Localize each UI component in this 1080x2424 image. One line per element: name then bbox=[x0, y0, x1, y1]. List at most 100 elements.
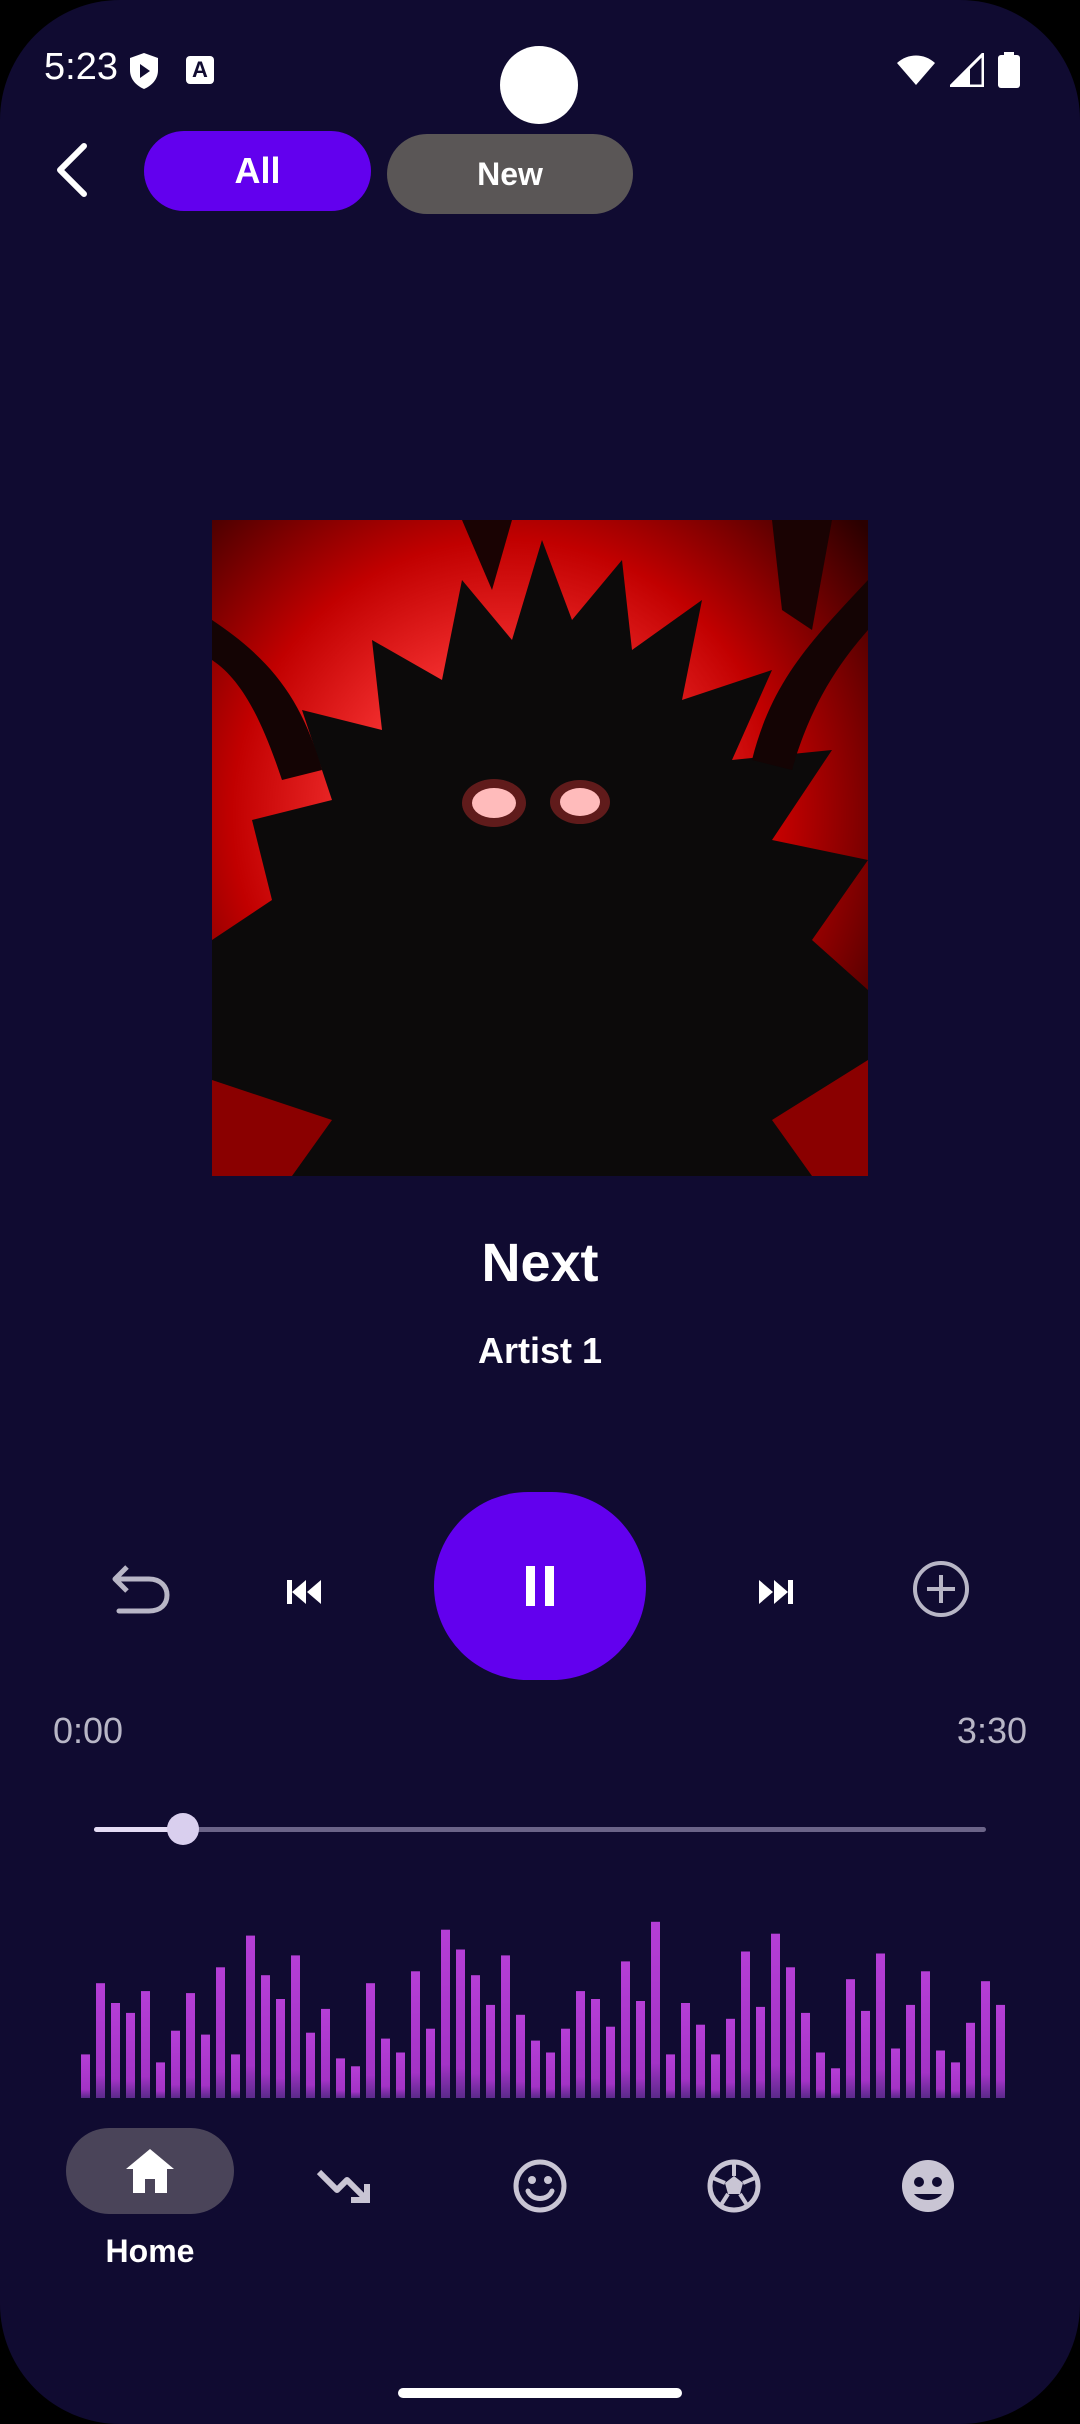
visualizer-bar bbox=[831, 2068, 840, 2098]
visualizer-bar bbox=[411, 1971, 420, 2098]
song-artist: Artist 1 bbox=[477, 1330, 603, 1371]
visualizer-bar bbox=[651, 1921, 660, 2098]
visualizer-bar bbox=[681, 2003, 690, 2098]
skip-previous-icon bbox=[287, 1580, 321, 1604]
visualizer-bar bbox=[561, 2028, 570, 2098]
camera-cutout bbox=[500, 46, 578, 124]
keyboard-icon: A bbox=[186, 56, 214, 84]
previous-button[interactable] bbox=[272, 1568, 336, 1616]
nav-home-label: Home bbox=[105, 2233, 195, 2269]
shield-icon bbox=[130, 53, 158, 89]
visualizer-bar bbox=[351, 2066, 360, 2098]
visualizer-bar bbox=[501, 1955, 510, 2098]
visualizer-bar bbox=[246, 1935, 255, 2098]
song-title: Next bbox=[481, 1233, 599, 1293]
home-indicator[interactable] bbox=[398, 2388, 682, 2398]
visualizer-bar bbox=[786, 1967, 795, 2098]
visualizer-bar bbox=[891, 2048, 900, 2098]
visualizer-bar bbox=[441, 1929, 450, 2098]
music-player-screen: 5:23 A All New Next Artist 1 0:00 3:30 H… bbox=[0, 0, 1080, 2424]
visualizer-bar bbox=[201, 2034, 210, 2098]
visualizer-bar bbox=[591, 1999, 600, 2098]
visualizer-bar bbox=[606, 2026, 615, 2098]
visualizer-bar bbox=[186, 1993, 195, 2098]
visualizer-bar bbox=[381, 2038, 390, 2098]
battery-icon bbox=[998, 52, 1020, 88]
cell-signal-icon bbox=[950, 53, 984, 87]
visualizer-bar bbox=[876, 1953, 885, 2098]
visualizer-bar bbox=[726, 2018, 735, 2098]
filter-chip-new[interactable]: New bbox=[387, 134, 633, 214]
visualizer-bar bbox=[96, 1983, 105, 2098]
visualizer-bar bbox=[621, 1961, 630, 2098]
visualizer-bar bbox=[516, 2014, 525, 2098]
repeat-button[interactable] bbox=[100, 1556, 180, 1622]
visualizer-bar bbox=[111, 2003, 120, 2098]
soccer-ball-icon bbox=[707, 2159, 761, 2213]
visualizer-bar bbox=[396, 2052, 405, 2098]
visualizer-bar bbox=[951, 2062, 960, 2098]
trending-down-icon bbox=[316, 2169, 370, 2203]
visualizer-bar bbox=[921, 1971, 930, 2098]
visualizer-bar bbox=[81, 2054, 90, 2098]
visualizer-bar bbox=[426, 2028, 435, 2098]
visualizer-bar bbox=[696, 2024, 705, 2098]
nav-kids-button[interactable] bbox=[878, 2136, 978, 2236]
palette-icon bbox=[902, 2160, 954, 2212]
nav-sports-button[interactable] bbox=[684, 2136, 784, 2236]
visualizer-bar bbox=[936, 2050, 945, 2098]
filter-chip-all[interactable]: All bbox=[144, 131, 371, 211]
wifi-icon bbox=[897, 55, 935, 85]
seek-bar[interactable] bbox=[94, 1813, 986, 1845]
visualizer-bar bbox=[336, 2058, 345, 2098]
visualizer-bar bbox=[276, 1999, 285, 2098]
status-icons bbox=[896, 52, 1020, 88]
visualizer-bar bbox=[801, 2012, 810, 2098]
seek-thumb[interactable] bbox=[167, 1813, 200, 1845]
visualizer-bar bbox=[636, 2001, 645, 2098]
visualizer-bar bbox=[666, 2054, 675, 2098]
visualizer-bar bbox=[711, 2054, 720, 2098]
audio-visualizer bbox=[81, 1921, 1005, 2098]
visualizer-bar bbox=[756, 2006, 765, 2098]
visualizer-bar bbox=[861, 2010, 870, 2098]
visualizer-bar bbox=[321, 2008, 330, 2098]
visualizer-bar bbox=[966, 2022, 975, 2098]
visualizer-bar bbox=[456, 1949, 465, 2098]
visualizer-bar bbox=[141, 1991, 150, 2098]
visualizer-bar bbox=[981, 1981, 990, 2098]
back-arrow-icon[interactable] bbox=[44, 138, 104, 198]
pause-icon bbox=[526, 1566, 554, 1606]
smile-icon bbox=[513, 2159, 567, 2213]
visualizer-bar bbox=[306, 2032, 315, 2098]
visualizer-bar bbox=[471, 1975, 480, 2098]
add-to-playlist-button[interactable] bbox=[908, 1556, 974, 1622]
visualizer-bar bbox=[771, 1933, 780, 2098]
visualizer-bar bbox=[906, 2004, 915, 2098]
visualizer-bar bbox=[576, 1991, 585, 2098]
visualizer-bar bbox=[156, 2062, 165, 2098]
visualizer-bar bbox=[171, 2030, 180, 2098]
elapsed-time: 0:00 bbox=[53, 1710, 124, 1751]
visualizer-bar bbox=[231, 2054, 240, 2098]
visualizer-bar bbox=[996, 2004, 1005, 2098]
visualizer-bar bbox=[846, 1979, 855, 2098]
nav-trending-button[interactable] bbox=[294, 2136, 394, 2236]
add-circle-icon bbox=[913, 1561, 969, 1617]
visualizer-bar bbox=[546, 2052, 555, 2098]
visualizer-bar bbox=[366, 1983, 375, 2098]
visualizer-bar bbox=[486, 2004, 495, 2098]
undo-icon bbox=[112, 1565, 170, 1614]
nav-mood-button[interactable] bbox=[490, 2136, 590, 2236]
album-art bbox=[212, 520, 868, 1176]
home-icon bbox=[126, 2149, 174, 2193]
status-time: 5:23 bbox=[44, 46, 118, 88]
play-pause-button[interactable] bbox=[434, 1492, 646, 1680]
visualizer-bar bbox=[126, 2012, 135, 2098]
visualizer-bar bbox=[216, 1967, 225, 2098]
skip-next-icon bbox=[759, 1580, 793, 1604]
visualizer-bar bbox=[261, 1975, 270, 2098]
total-duration: 3:30 bbox=[956, 1710, 1027, 1751]
next-button[interactable] bbox=[744, 1568, 808, 1616]
nav-home-button[interactable] bbox=[66, 2128, 234, 2214]
